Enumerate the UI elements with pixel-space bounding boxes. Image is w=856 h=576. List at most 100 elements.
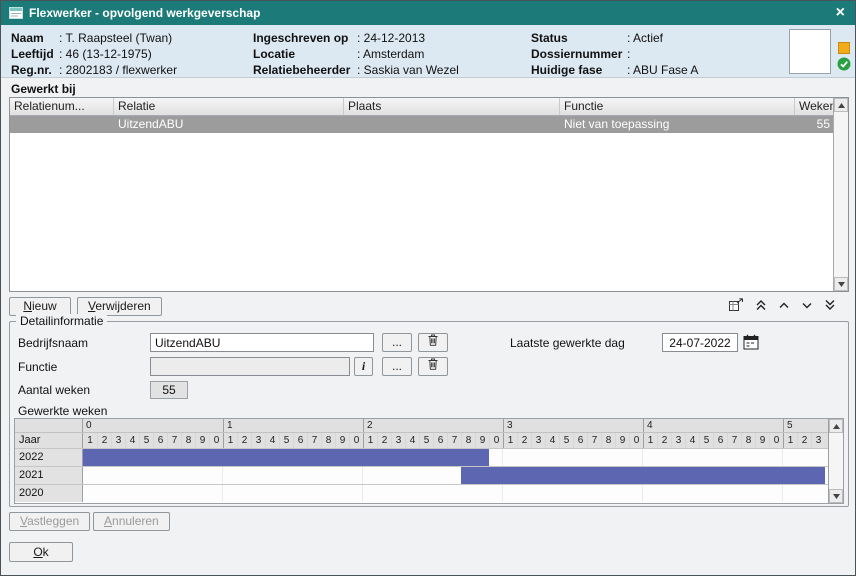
- cell-plaats: [344, 116, 560, 133]
- week-number-label: 1: [363, 433, 377, 448]
- annuleren-button[interactable]: Annuleren: [93, 512, 170, 531]
- move-down-icon[interactable]: [801, 299, 813, 311]
- scroll-down-icon[interactable]: [834, 277, 848, 291]
- note-indicator-icon: [838, 42, 850, 54]
- bedrijfsnaam-label: Bedrijfsnaam: [18, 336, 88, 350]
- year-label: 2022: [15, 449, 83, 466]
- week-number-label: 0: [629, 433, 643, 448]
- timeline-scroll-up-icon[interactable]: [829, 419, 843, 433]
- move-bottom-icon[interactable]: [824, 299, 836, 311]
- locatie-value: : Amsterdam: [357, 46, 424, 62]
- timeline-grid: 012345 Jaar 1234567890123456789012345678…: [15, 419, 828, 503]
- laatste-gewerkte-dag-label: Laatste gewerkte dag: [510, 336, 625, 350]
- gewerkte-weken-timeline: 012345 Jaar 1234567890123456789012345678…: [14, 418, 844, 504]
- column-header-functie[interactable]: Functie: [560, 98, 795, 115]
- detailinformatie-group: Detailinformatie Bedrijfsnaam ... Laatst…: [9, 321, 849, 507]
- timeline-year-row[interactable]: 2020: [15, 484, 828, 502]
- week-number-label: 5: [559, 433, 573, 448]
- decade-label: 3: [503, 419, 643, 432]
- regnr-value: : 2802183 / flexwerker: [59, 62, 177, 78]
- week-number-label: 4: [405, 433, 419, 448]
- week-number-label: 7: [727, 433, 741, 448]
- weeks-track: [83, 449, 828, 466]
- column-header-relatie[interactable]: Relatie: [114, 98, 344, 115]
- week-number-label: 8: [461, 433, 475, 448]
- timeline-scrollbar[interactable]: [828, 419, 843, 503]
- vastleggen-button[interactable]: Vastleggen: [9, 512, 90, 531]
- week-number-label: 1: [223, 433, 237, 448]
- column-header-relatienummer[interactable]: Relatienum...: [10, 98, 114, 115]
- functie-input[interactable]: [150, 357, 350, 376]
- jaar-header-cell: Jaar: [15, 433, 83, 448]
- week-number-label: 4: [685, 433, 699, 448]
- week-number-label: 7: [307, 433, 321, 448]
- functie-info-button[interactable]: i: [354, 357, 373, 376]
- cell-functie: Niet van toepassing: [560, 116, 795, 133]
- timeline-year-row[interactable]: 2021: [15, 466, 828, 484]
- aantal-weken-field: 55: [150, 381, 188, 399]
- regnr-label: Reg.nr.: [11, 62, 59, 78]
- worked-weeks-bar: [461, 467, 825, 484]
- ingeschreven-label: Ingeschreven op: [253, 30, 357, 46]
- table-header-row: Relatienum... Relatie Plaats Functie Wek…: [10, 98, 833, 116]
- laatste-gewerkte-dag-input[interactable]: [662, 333, 738, 352]
- window-icon: [9, 7, 23, 19]
- export-window-icon[interactable]: [729, 298, 744, 311]
- timeline-scroll-down-icon[interactable]: [829, 489, 843, 503]
- week-number-label: 8: [181, 433, 195, 448]
- cell-weken: 55: [795, 116, 833, 133]
- status-value: : Actief: [627, 30, 663, 46]
- week-number-label: 3: [531, 433, 545, 448]
- week-number-label: 1: [503, 433, 517, 448]
- close-icon[interactable]: ×: [834, 5, 847, 21]
- flexwerker-dialog: Flexwerker - opvolgend werkgeverschap × …: [0, 0, 856, 576]
- column-header-plaats[interactable]: Plaats: [344, 98, 560, 115]
- week-number-label: 1: [643, 433, 657, 448]
- weeks-track: [83, 485, 828, 502]
- table-row-selected[interactable]: UitzendABU Niet van toepassing 55: [10, 116, 833, 133]
- leeftijd-label: Leeftijd: [11, 46, 59, 62]
- detailinformatie-title: Detailinformatie: [16, 314, 107, 328]
- week-number-label: 1: [83, 433, 97, 448]
- naam-label: Naam: [11, 30, 59, 46]
- ok-button[interactable]: Ok: [9, 542, 73, 562]
- timeline-year-row[interactable]: 2022: [15, 448, 828, 466]
- decade-label: 2: [363, 419, 503, 432]
- week-number-label: 9: [195, 433, 209, 448]
- week-number-label: 7: [587, 433, 601, 448]
- week-number-label: 3: [391, 433, 405, 448]
- week-number-label: 6: [713, 433, 727, 448]
- move-top-icon[interactable]: [755, 299, 767, 311]
- header-col-1: Naam: T. Raapsteel (Twan) Leeftijd: 46 (…: [11, 30, 177, 78]
- week-number-label: 6: [293, 433, 307, 448]
- decade-label: 0: [83, 419, 223, 432]
- week-number-label: 4: [545, 433, 559, 448]
- week-number-label: 4: [265, 433, 279, 448]
- week-number-label: 5: [279, 433, 293, 448]
- table-scrollbar[interactable]: [833, 98, 848, 291]
- decade-label: 1: [223, 419, 363, 432]
- timeline-digits-row: Jaar 12345678901234567890123456789012345…: [15, 432, 828, 448]
- header-col-2: Ingeschreven op: 24-12-2013 Locatie: Ams…: [253, 30, 459, 78]
- functie-delete-button[interactable]: [418, 357, 448, 376]
- worked-weeks-bar: [83, 449, 489, 466]
- week-number-label: 8: [741, 433, 755, 448]
- bedrijfsnaam-delete-button[interactable]: [418, 333, 448, 352]
- timeline-rows: 202220212020: [15, 448, 828, 502]
- ingeschreven-value: : 24-12-2013: [357, 30, 425, 46]
- decade-label: 4: [643, 419, 783, 432]
- bedrijfsnaam-browse-button[interactable]: ...: [382, 333, 412, 352]
- huidige-fase-value: : ABU Fase A: [627, 62, 698, 78]
- column-header-weken[interactable]: Weken: [795, 98, 833, 115]
- week-number-label: 3: [111, 433, 125, 448]
- move-up-icon[interactable]: [778, 299, 790, 311]
- relatiebeheerder-value: : Saskia van Wezel: [357, 62, 459, 78]
- calendar-icon[interactable]: [743, 334, 759, 350]
- dossiernummer-value: :: [627, 46, 630, 62]
- week-number-label: 5: [699, 433, 713, 448]
- scroll-up-icon[interactable]: [834, 98, 848, 112]
- bedrijfsnaam-input[interactable]: [150, 333, 374, 352]
- huidige-fase-label: Huidige fase: [531, 62, 627, 78]
- week-number-label: 5: [419, 433, 433, 448]
- functie-browse-button[interactable]: ...: [382, 357, 412, 376]
